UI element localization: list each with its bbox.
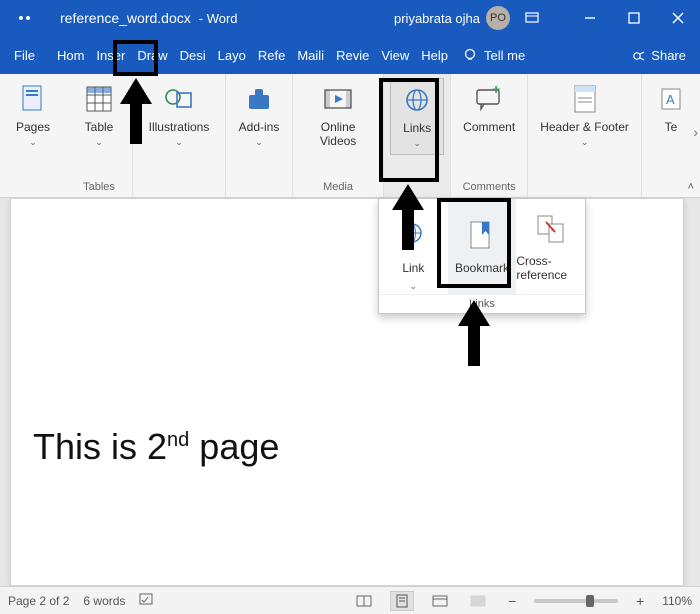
online-videos-button[interactable]: Online Videos — [299, 78, 377, 153]
title-bar: reference_word.docx - Word priyabrata oj… — [0, 0, 700, 36]
user-name: priyabrata ojha — [394, 11, 480, 26]
text-button[interactable]: A Te — [648, 78, 694, 138]
header-footer-button[interactable]: Header & Footer ⌄ — [534, 78, 635, 153]
tab-draw[interactable]: Draw — [131, 36, 173, 74]
crossref-button[interactable]: Cross-reference — [516, 199, 585, 294]
crossref-menu-label: Cross-reference — [516, 254, 585, 282]
links-dropdown: Link ⌄ Bookmark Cross-reference Links — [378, 198, 586, 314]
share-icon — [631, 47, 647, 63]
status-words[interactable]: 6 words — [83, 594, 125, 608]
table-button[interactable]: Table⌄ — [72, 78, 126, 153]
ribbon-display-icon[interactable] — [510, 0, 554, 36]
shapes-icon — [162, 82, 196, 116]
links-button[interactable]: Links⌄ — [390, 78, 444, 155]
app-name: - Word — [199, 11, 238, 26]
bookmark-menu-label: Bookmark — [455, 261, 509, 275]
ribbon-scroll-right-icon[interactable]: › — [693, 124, 698, 140]
tab-review[interactable]: Revie — [330, 36, 375, 74]
text-label: Te — [665, 120, 678, 134]
textbox-icon: A — [654, 82, 688, 116]
share-label: Share — [651, 48, 686, 63]
addins-icon — [242, 82, 276, 116]
online-videos-label: Online Videos — [305, 120, 371, 149]
tell-me-label: Tell me — [484, 48, 525, 63]
user-account[interactable]: priyabrata ojha PO — [394, 6, 510, 30]
bookmark-icon — [466, 219, 498, 257]
status-bar: Page 2 of 2 6 words − + 110% — [0, 586, 700, 614]
tab-mailings[interactable]: Maili — [291, 36, 330, 74]
avatar: PO — [486, 6, 510, 30]
close-button[interactable] — [656, 0, 700, 36]
link-button[interactable]: Link ⌄ — [379, 199, 448, 294]
tab-references[interactable]: Refe — [252, 36, 291, 74]
zoom-thumb[interactable] — [586, 595, 594, 607]
group-media-label: Media — [323, 181, 353, 195]
tab-home[interactable]: Hom — [51, 36, 90, 74]
view-print-layout[interactable] — [390, 591, 414, 611]
addins-button[interactable]: Add-ins⌄ — [232, 78, 286, 153]
zoom-slider[interactable] — [534, 599, 618, 603]
tab-layout[interactable]: Layo — [212, 36, 252, 74]
header-icon — [568, 82, 602, 116]
pages-button[interactable]: Pages⌄ — [6, 78, 60, 153]
maximize-button[interactable] — [612, 0, 656, 36]
zoom-in-button[interactable]: + — [632, 593, 648, 609]
bookmark-button[interactable]: Bookmark — [448, 199, 517, 294]
tab-help[interactable]: Help — [415, 36, 454, 74]
document-area: This is 2nd page — [0, 198, 700, 586]
page-text: This is 2nd page — [33, 425, 279, 469]
svg-text:A: A — [666, 92, 675, 107]
zoom-out-button[interactable]: − — [504, 593, 520, 609]
illustrations-button[interactable]: Illustrations⌄ — [139, 78, 219, 153]
lightbulb-icon — [462, 47, 478, 63]
link-menu-label: Link — [402, 261, 424, 275]
view-web-layout[interactable] — [428, 591, 452, 611]
links-dropdown-footer: Links — [379, 294, 585, 313]
comment-icon: + — [472, 82, 506, 116]
addins-label: Add-ins — [239, 120, 280, 134]
link-icon — [397, 219, 429, 257]
globe-link-icon — [400, 83, 434, 117]
group-tables-label: Tables — [83, 181, 115, 195]
tab-file[interactable]: File — [0, 36, 51, 74]
header-footer-label: Header & Footer — [540, 120, 629, 134]
minimize-button[interactable] — [568, 0, 612, 36]
view-read-mode[interactable] — [352, 591, 376, 611]
collapse-ribbon-icon[interactable]: ˄ — [688, 181, 694, 193]
spellcheck-icon[interactable] — [139, 592, 157, 609]
links-label: Links — [403, 121, 431, 135]
file-name: reference_word.docx — [60, 10, 191, 26]
tab-design[interactable]: Desi — [174, 36, 212, 74]
illustrations-label: Illustrations — [149, 120, 210, 134]
crossref-icon — [535, 212, 567, 250]
pages-label: Pages — [16, 120, 50, 134]
ribbon-tabs: File Hom Inser Draw Desi Layo Refe Maili… — [0, 36, 700, 74]
video-icon — [321, 82, 355, 116]
table-icon — [82, 82, 116, 116]
zoom-level[interactable]: 110% — [662, 594, 692, 608]
ribbon: Pages⌄ Table⌄ Tables Illustrations⌄ Add-… — [0, 74, 700, 198]
comment-button[interactable]: + Comment — [457, 78, 521, 138]
svg-text:+: + — [492, 85, 500, 97]
share-button[interactable]: Share — [617, 47, 700, 63]
tell-me[interactable]: Tell me — [462, 47, 525, 63]
quick-access[interactable] — [0, 16, 48, 20]
status-page[interactable]: Page 2 of 2 — [8, 594, 69, 608]
view-focus[interactable] — [466, 591, 490, 611]
tab-insert[interactable]: Inser — [90, 36, 131, 74]
table-label: Table — [85, 120, 114, 134]
pages-icon — [16, 82, 50, 116]
comment-label: Comment — [463, 120, 515, 134]
group-comments-label: Comments — [463, 181, 516, 195]
tab-view[interactable]: View — [375, 36, 415, 74]
